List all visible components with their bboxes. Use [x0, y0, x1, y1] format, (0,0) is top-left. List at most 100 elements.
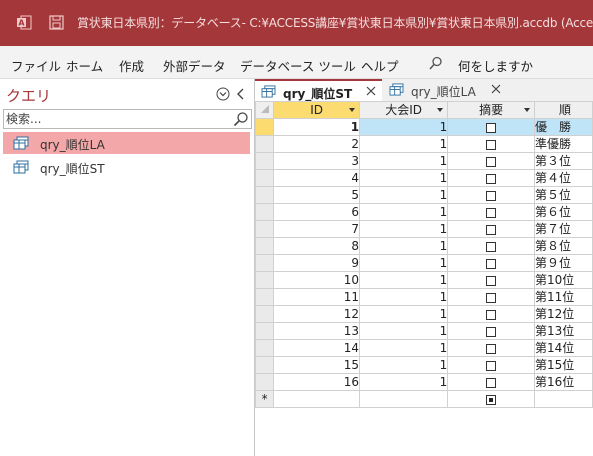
- table-row[interactable]: 16 1 第16位: [255, 373, 593, 391]
- table-row[interactable]: 4 1 第４位: [255, 169, 593, 187]
- record-selector[interactable]: [255, 305, 275, 323]
- record-selector[interactable]: [255, 152, 275, 170]
- tab-create[interactable]: 作成: [119, 56, 144, 75]
- nav-item-qry-st[interactable]: qry_順位ST: [3, 156, 250, 178]
- new-record-row[interactable]: *: [255, 390, 593, 408]
- cell-rank[interactable]: 第14位: [534, 339, 593, 357]
- doc-tab-qry-la[interactable]: qry_順位LA: [383, 79, 509, 101]
- cell-summary[interactable]: [447, 169, 536, 187]
- cell-id[interactable]: 12: [273, 305, 361, 323]
- cell-rank[interactable]: 優 勝: [534, 118, 593, 136]
- close-icon[interactable]: [490, 83, 502, 95]
- cell-rank[interactable]: 第８位: [534, 237, 593, 255]
- record-selector[interactable]: [255, 356, 275, 374]
- record-selector[interactable]: [255, 254, 275, 272]
- checkbox[interactable]: [486, 173, 497, 184]
- column-dropdown-icon[interactable]: [349, 108, 356, 112]
- record-selector[interactable]: [255, 288, 275, 306]
- cell-taikai-id[interactable]: 1: [359, 322, 449, 340]
- table-row[interactable]: 14 1 第14位: [255, 339, 593, 357]
- table-row[interactable]: 15 1 第15位: [255, 356, 593, 374]
- cell-taikai-id[interactable]: 1: [359, 339, 449, 357]
- cell-summary[interactable]: [447, 271, 536, 289]
- cell-rank[interactable]: 準優勝: [534, 135, 593, 153]
- table-row[interactable]: 6 1 第６位: [255, 203, 593, 221]
- cell-rank[interactable]: 第３位: [534, 152, 593, 170]
- checkbox[interactable]: [486, 343, 497, 354]
- select-all-cell[interactable]: [255, 101, 275, 119]
- checkbox[interactable]: [486, 156, 497, 167]
- checkbox[interactable]: [486, 241, 497, 252]
- cell-id[interactable]: 8: [273, 237, 361, 255]
- lightbulb-search-icon[interactable]: [429, 56, 443, 70]
- checkbox[interactable]: [486, 394, 497, 405]
- cell-summary[interactable]: [447, 135, 536, 153]
- cell-rank[interactable]: [534, 390, 593, 408]
- checkbox[interactable]: [486, 275, 497, 286]
- record-selector[interactable]: [255, 169, 275, 187]
- cell-id[interactable]: 6: [273, 203, 361, 221]
- table-row[interactable]: 2 1 準優勝: [255, 135, 593, 153]
- cell-summary[interactable]: [447, 339, 536, 357]
- column-dropdown-icon[interactable]: [524, 108, 531, 112]
- cell-summary[interactable]: [447, 288, 536, 306]
- search-icon[interactable]: [233, 111, 249, 127]
- cell-rank[interactable]: 第４位: [534, 169, 593, 187]
- cell-taikai-id[interactable]: 1: [359, 254, 449, 272]
- cell-taikai-id[interactable]: 1: [359, 186, 449, 204]
- cell-id[interactable]: 14: [273, 339, 361, 357]
- record-selector[interactable]: [255, 339, 275, 357]
- column-dropdown-icon[interactable]: [437, 108, 444, 112]
- cell-taikai-id[interactable]: 1: [359, 169, 449, 187]
- nav-item-qry-la[interactable]: qry_順位LA: [3, 132, 250, 154]
- tab-database-tools[interactable]: データベース ツール: [240, 56, 356, 75]
- cell-id[interactable]: 15: [273, 356, 361, 374]
- table-row[interactable]: 13 1 第13位: [255, 322, 593, 340]
- tab-external-data[interactable]: 外部データ: [163, 56, 226, 75]
- cell-taikai-id[interactable]: 1: [359, 220, 449, 238]
- cell-summary[interactable]: [447, 305, 536, 323]
- checkbox[interactable]: [486, 258, 497, 269]
- record-selector[interactable]: [255, 186, 275, 204]
- cell-rank[interactable]: 第15位: [534, 356, 593, 374]
- cell-rank[interactable]: 第11位: [534, 288, 593, 306]
- cell-rank[interactable]: 第12位: [534, 305, 593, 323]
- checkbox[interactable]: [486, 190, 497, 201]
- record-selector[interactable]: [255, 237, 275, 255]
- record-selector[interactable]: [255, 322, 275, 340]
- cell-taikai-id[interactable]: 1: [359, 271, 449, 289]
- checkbox[interactable]: [486, 139, 497, 150]
- cell-summary[interactable]: [447, 152, 536, 170]
- cell-rank[interactable]: 第９位: [534, 254, 593, 272]
- cell-summary[interactable]: [447, 373, 536, 391]
- table-row[interactable]: 7 1 第７位: [255, 220, 593, 238]
- cell-id[interactable]: 13: [273, 322, 361, 340]
- record-selector[interactable]: [255, 220, 275, 238]
- cell-taikai-id[interactable]: 1: [359, 373, 449, 391]
- cell-taikai-id[interactable]: 1: [359, 288, 449, 306]
- column-header-rank[interactable]: 順: [534, 101, 593, 119]
- tab-home[interactable]: ホーム: [66, 56, 103, 75]
- cell-summary[interactable]: [447, 220, 536, 238]
- nav-menu-dropdown-icon[interactable]: [216, 87, 230, 101]
- cell-id[interactable]: 5: [273, 186, 361, 204]
- cell-taikai-id[interactable]: 1: [359, 356, 449, 374]
- cell-rank[interactable]: 第13位: [534, 322, 593, 340]
- cell-rank[interactable]: 第10位: [534, 271, 593, 289]
- table-row[interactable]: 11 優 勝: [255, 118, 593, 136]
- checkbox[interactable]: [486, 122, 497, 133]
- column-header-id[interactable]: ID: [273, 101, 361, 119]
- cell-taikai-id[interactable]: 1: [359, 118, 449, 136]
- cell-id[interactable]: 11: [273, 288, 361, 306]
- table-row[interactable]: 10 1 第10位: [255, 271, 593, 289]
- cell-id[interactable]: 2: [273, 135, 361, 153]
- cell-id[interactable]: 3: [273, 152, 361, 170]
- column-header-taikai-id[interactable]: 大会ID: [359, 101, 449, 119]
- checkbox[interactable]: [486, 360, 497, 371]
- record-selector[interactable]: [255, 118, 275, 136]
- table-row[interactable]: 9 1 第９位: [255, 254, 593, 272]
- cell-summary[interactable]: [447, 203, 536, 221]
- checkbox[interactable]: [486, 377, 497, 388]
- cell-summary[interactable]: [447, 118, 536, 136]
- cell-id[interactable]: 10: [273, 271, 361, 289]
